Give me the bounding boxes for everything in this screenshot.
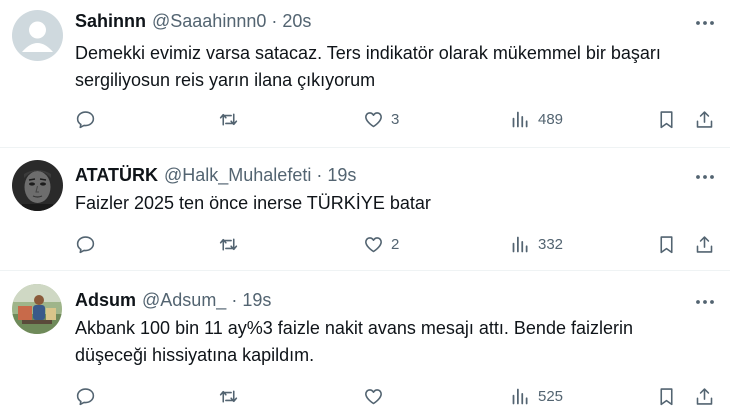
- display-name[interactable]: Adsum: [75, 290, 136, 311]
- display-name[interactable]: Sahinnn: [75, 11, 146, 32]
- like-button[interactable]: [363, 381, 391, 411]
- reply-button[interactable]: [75, 229, 96, 259]
- separator-dot: ·: [316, 164, 323, 185]
- views-icon: [512, 236, 528, 252]
- tweet-text: Demekki evimiz varsa satacaz. Ters indik…: [75, 40, 715, 94]
- like-icon: [365, 388, 382, 404]
- retweet-icon: [219, 389, 238, 403]
- tweet-text-line: sergiliyosun reis yarın ilana çıkıyorum: [75, 70, 376, 90]
- reply-icon: [76, 387, 95, 405]
- retweet-button[interactable]: [218, 381, 239, 411]
- tweet-text-line: Akbank 100 bin 11 ay%3 faizle nakit avan…: [75, 318, 633, 338]
- avatar[interactable]: [12, 160, 63, 211]
- tweet[interactable]: Adsum @Adsum_ · 19s Akbank 100 bin 11 ay…: [0, 271, 730, 420]
- reply-icon: [76, 110, 95, 128]
- like-icon: [365, 236, 382, 252]
- action-bar: 525: [0, 381, 730, 411]
- views-button[interactable]: 489: [510, 104, 563, 134]
- user-handle[interactable]: @Halk_Muhalefeti: [164, 165, 311, 186]
- share-button[interactable]: [694, 229, 715, 259]
- user-handle[interactable]: @Adsum_: [142, 290, 226, 311]
- like-icon: [365, 111, 382, 127]
- bookmark-icon: [660, 110, 673, 128]
- tweet-header: Adsum @Adsum_ · 19s: [75, 288, 271, 312]
- separator-dot: ·: [271, 10, 278, 31]
- views-icon: [512, 388, 528, 404]
- retweet-icon: [219, 112, 238, 126]
- timeline: Sahinnn @Saaahinnn0 · 20s Demekki evimiz…: [0, 0, 730, 420]
- retweet-button[interactable]: [218, 229, 239, 259]
- like-button[interactable]: 2: [363, 229, 399, 259]
- share-icon: [696, 110, 713, 128]
- view-count: 489: [538, 110, 564, 128]
- tweet[interactable]: Sahinnn @Saaahinnn0 · 20s Demekki evimiz…: [0, 0, 730, 148]
- retweet-icon: [219, 237, 238, 251]
- bookmark-button[interactable]: [656, 381, 677, 411]
- more-icon[interactable]: [694, 166, 716, 188]
- tweet-text-line: Demekki evimiz varsa satacaz. Ters indik…: [75, 43, 661, 63]
- more-icon[interactable]: [694, 291, 716, 313]
- reply-icon: [76, 235, 95, 253]
- like-count: 2: [391, 235, 400, 253]
- tweet-text-line: düşeceği hissiyatına kapildım.: [75, 345, 315, 365]
- bookmark-button[interactable]: [656, 229, 677, 259]
- views-button[interactable]: 525: [510, 381, 563, 411]
- reply-button[interactable]: [75, 104, 96, 134]
- timestamp[interactable]: 19s: [327, 165, 356, 186]
- views-icon: [512, 111, 528, 127]
- view-count: 525: [538, 387, 564, 405]
- bookmark-icon: [660, 387, 673, 405]
- view-count: 332: [538, 235, 564, 253]
- user-handle[interactable]: @Saaahinnn0: [152, 11, 266, 32]
- avatar[interactable]: [12, 10, 63, 61]
- share-button[interactable]: [694, 381, 715, 411]
- tweet-text: Faizler 2025 ten önce inerse TÜRKİYE bat…: [75, 190, 715, 217]
- timestamp[interactable]: 19s: [242, 290, 271, 311]
- tweet[interactable]: ATATÜRK @Halk_Muhalefeti · 19s Faizler 2…: [0, 148, 730, 271]
- like-count: 3: [391, 110, 400, 128]
- display-name[interactable]: ATATÜRK: [75, 165, 158, 186]
- separator-dot: ·: [231, 289, 238, 310]
- tweet-text: Akbank 100 bin 11 ay%3 faizle nakit avan…: [75, 315, 715, 369]
- action-bar: 3 489: [0, 104, 730, 134]
- views-button[interactable]: 332: [510, 229, 563, 259]
- timestamp[interactable]: 20s: [282, 11, 311, 32]
- like-button[interactable]: 3: [363, 104, 399, 134]
- share-icon: [696, 387, 713, 405]
- tweet-header: ATATÜRK @Halk_Muhalefeti · 19s: [75, 163, 356, 187]
- bookmark-icon: [660, 235, 673, 253]
- reply-button[interactable]: [75, 381, 96, 411]
- action-bar: 2 332: [0, 229, 730, 259]
- share-button[interactable]: [694, 104, 715, 134]
- avatar[interactable]: [12, 284, 62, 334]
- retweet-button[interactable]: [218, 104, 239, 134]
- bookmark-button[interactable]: [656, 104, 677, 134]
- more-icon[interactable]: [694, 12, 716, 34]
- tweet-header: Sahinnn @Saaahinnn0 · 20s: [75, 9, 311, 33]
- tweet-text-line: Faizler 2025 ten önce inerse TÜRKİYE bat…: [75, 193, 431, 213]
- share-icon: [696, 235, 713, 253]
